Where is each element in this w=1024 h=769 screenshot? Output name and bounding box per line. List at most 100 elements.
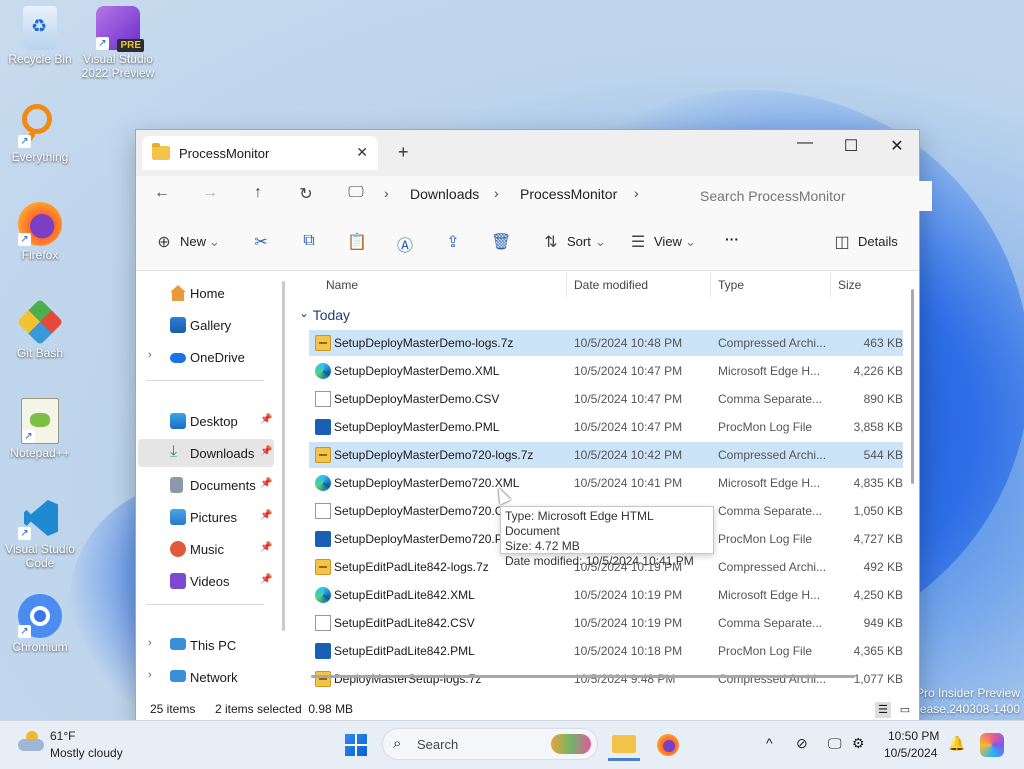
file-row[interactable]: SetupDeployMasterDemo.XML 10/5/2024 10:47… bbox=[309, 358, 903, 384]
sidebar-item-documents[interactable]: Documents 📌 bbox=[138, 471, 274, 499]
settings-sync-icon[interactable]: ⚙ bbox=[852, 735, 865, 752]
tab-processmonitor[interactable]: ProcessMonitor ✕ bbox=[142, 136, 378, 170]
desktop-icon-notepad-plus-plus[interactable]: ↗ Notepad++ bbox=[0, 398, 80, 460]
file-row[interactable]: SetupDeployMasterDemo-logs.7z 10/5/2024 1… bbox=[309, 330, 903, 356]
pin-icon: 📌 bbox=[260, 446, 273, 457]
horizontal-scrollbar[interactable] bbox=[311, 675, 855, 678]
column-header-name[interactable]: Name bbox=[326, 278, 358, 292]
breadcrumb-processmonitor[interactable]: ProcessMonitor bbox=[520, 186, 617, 202]
file-row[interactable]: SetupDeployMasterDemo.PML 10/5/2024 10:47… bbox=[309, 414, 903, 440]
maximize-button[interactable]: ☐ bbox=[836, 136, 866, 156]
desktop-icon-firefox[interactable]: ↗ Firefox bbox=[0, 202, 80, 262]
desktop-icon-recycle-bin[interactable]: ♻ Recycle Bin bbox=[0, 6, 80, 66]
rename-icon[interactable]: Ⓐ bbox=[395, 232, 415, 256]
this-pc-icon[interactable]: 🖵 bbox=[344, 184, 368, 202]
breadcrumb-separator[interactable]: › bbox=[634, 185, 639, 201]
search-input[interactable] bbox=[684, 181, 932, 211]
file-size: 3,858 KB bbox=[853, 420, 903, 434]
vertical-scrollbar[interactable] bbox=[911, 289, 914, 484]
taskbar-search[interactable]: ⌕ Search bbox=[382, 728, 598, 760]
taskbar-file-explorer[interactable] bbox=[608, 729, 640, 761]
sidebar-item-gallery[interactable]: Gallery bbox=[138, 311, 274, 339]
view-button[interactable]: View bbox=[654, 234, 682, 249]
file-row[interactable]: DeployMasterSetup-logs.7z 10/5/2024 9:48 … bbox=[309, 666, 903, 692]
desktop-icon-everything[interactable]: ↗ Everything bbox=[0, 104, 80, 164]
sidebar-scrollbar[interactable] bbox=[282, 281, 285, 631]
clock-time[interactable]: 10:50 PM bbox=[888, 729, 939, 743]
file-size: 544 KB bbox=[863, 448, 903, 462]
desktop-icon-label: Firefox bbox=[21, 248, 59, 262]
display-icon[interactable]: 🖵 bbox=[828, 735, 842, 752]
refresh-button[interactable]: ↻ bbox=[294, 184, 318, 204]
details-button[interactable]: Details bbox=[858, 234, 898, 249]
column-header-date[interactable]: Date modified bbox=[574, 278, 648, 292]
delete-icon[interactable]: 🗑 bbox=[491, 232, 511, 252]
group-label: Today bbox=[312, 307, 351, 323]
breadcrumb-separator[interactable]: › bbox=[384, 185, 389, 201]
pre-badge: PRE bbox=[117, 39, 144, 52]
chevron-right-icon[interactable]: › bbox=[148, 637, 152, 649]
cut-icon[interactable]: ✂ bbox=[251, 232, 271, 252]
copilot-preview-icon[interactable] bbox=[980, 733, 1004, 757]
desktop-icon-visual-studio-preview[interactable]: PRE ↗ Visual Studio 2022 Preview bbox=[78, 6, 158, 80]
desktop-icon-vscode[interactable]: ↗ Visual Studio Code bbox=[0, 496, 80, 570]
forward-button[interactable]: → bbox=[198, 184, 222, 202]
sidebar-item-desktop[interactable]: Desktop 📌 bbox=[138, 407, 274, 435]
network-offline-icon[interactable]: ⊘ bbox=[796, 735, 808, 752]
breadcrumb-separator[interactable]: › bbox=[494, 185, 499, 201]
column-header-type[interactable]: Type bbox=[718, 278, 744, 292]
paste-icon[interactable]: 📋 bbox=[347, 232, 367, 252]
taskbar: 61°F Mostly cloudy ⌕ Search ^ ⊘ 🖵 ⚙ 10:5… bbox=[0, 720, 1024, 769]
file-list: Name Date modified Type Size ⌄ Today Set… bbox=[291, 271, 919, 696]
sidebar-item-home[interactable]: Home bbox=[138, 279, 274, 307]
new-button[interactable]: New bbox=[180, 234, 206, 249]
notification-bell-icon[interactable]: 🔔 bbox=[948, 735, 965, 752]
edge-file-icon bbox=[315, 587, 331, 603]
file-row[interactable]: SetupDeployMasterDemo.CSV 10/5/2024 10:47… bbox=[309, 386, 903, 412]
group-header-today[interactable]: ⌄ Today bbox=[299, 306, 351, 323]
taskbar-firefox[interactable] bbox=[652, 729, 684, 761]
sidebar-item-pictures[interactable]: Pictures 📌 bbox=[138, 503, 274, 531]
file-size: 4,365 KB bbox=[853, 644, 903, 658]
chromium-icon: ↗ bbox=[18, 594, 62, 638]
column-header-size[interactable]: Size bbox=[838, 278, 861, 292]
desktop-icon-chromium[interactable]: ↗ Chromium bbox=[0, 594, 80, 654]
file-name: SetupDeployMasterDemo.CSV bbox=[334, 392, 500, 406]
file-row[interactable]: SetupEditPadLite842.XML 10/5/2024 10:19 P… bbox=[309, 582, 903, 608]
file-row[interactable]: SetupDeployMasterDemo720.XML 10/5/2024 10… bbox=[309, 470, 903, 496]
sidebar-item-this-pc[interactable]: › This PC bbox=[138, 631, 274, 659]
cloud-sun-icon bbox=[18, 731, 44, 753]
file-row[interactable]: SetupEditPadLite842.CSV 10/5/2024 10:19 P… bbox=[309, 610, 903, 636]
start-button[interactable] bbox=[340, 729, 372, 761]
tab-close-button[interactable]: ✕ bbox=[356, 144, 368, 161]
sidebar-item-onedrive[interactable]: › OneDrive bbox=[138, 343, 274, 371]
up-button[interactable]: ↑ bbox=[246, 184, 270, 202]
copy-icon[interactable]: ⧉ bbox=[299, 232, 319, 250]
sidebar-item-network[interactable]: › Network bbox=[138, 663, 274, 691]
sidebar-item-videos[interactable]: Videos 📌 bbox=[138, 567, 274, 595]
file-row[interactable]: SetupEditPadLite842.PML 10/5/2024 10:18 P… bbox=[309, 638, 903, 664]
breadcrumb-downloads[interactable]: Downloads bbox=[410, 186, 479, 202]
file-type: Microsoft Edge H... bbox=[718, 476, 821, 490]
column-divider[interactable] bbox=[710, 273, 711, 297]
sidebar-item-music[interactable]: Music 📌 bbox=[138, 535, 274, 563]
tiles-view-icon[interactable]: ▭ bbox=[897, 702, 913, 718]
clock-date[interactable]: 10/5/2024 bbox=[884, 746, 937, 760]
new-tab-button[interactable]: + bbox=[398, 142, 409, 163]
minimize-button[interactable]: — bbox=[790, 134, 820, 152]
column-divider[interactable] bbox=[830, 273, 831, 297]
column-divider[interactable] bbox=[566, 273, 567, 297]
chevron-right-icon[interactable]: › bbox=[148, 349, 152, 361]
more-options-button[interactable]: ··· bbox=[725, 231, 739, 247]
tray-chevron-icon[interactable]: ^ bbox=[766, 735, 773, 751]
details-view-icon[interactable]: ☰ bbox=[875, 702, 891, 718]
file-row[interactable]: SetupDeployMasterDemo720-logs.7z 10/5/202… bbox=[309, 442, 903, 468]
share-icon[interactable]: ⇪ bbox=[443, 232, 463, 252]
close-window-button[interactable]: ✕ bbox=[882, 136, 912, 156]
pml-file-icon bbox=[315, 419, 331, 435]
sidebar-item-downloads[interactable]: ⤓ Downloads 📌 bbox=[138, 439, 274, 467]
sort-button[interactable]: Sort bbox=[567, 234, 591, 249]
back-button[interactable]: ← bbox=[150, 184, 174, 202]
chevron-right-icon[interactable]: › bbox=[148, 669, 152, 681]
desktop-icon-git-bash[interactable]: Git Bash bbox=[0, 298, 80, 360]
